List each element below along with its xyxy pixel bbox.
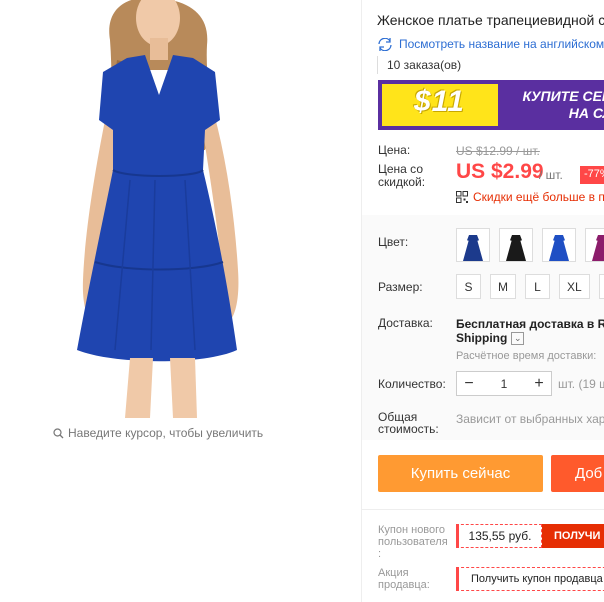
- shipping-title: Бесплатная доставка в Rus: [456, 317, 604, 331]
- add-to-cart-button[interactable]: Доб: [551, 455, 604, 492]
- zoom-hint: Наведите курсор, чтобы увеличить: [53, 426, 263, 440]
- quantity-label: Количество:: [378, 377, 446, 391]
- total-label-2: стоимость:: [378, 422, 439, 436]
- color-swatch-blue[interactable]: [542, 228, 576, 262]
- size-label: Размер:: [378, 280, 423, 294]
- product-info: Женское платье трапециевидной с Посмотре…: [362, 0, 604, 602]
- size-options: S M L XL: [456, 274, 604, 299]
- old-price: US $12.99 / шт.: [456, 144, 540, 158]
- current-price: US $2.99: [456, 160, 544, 183]
- size-option[interactable]: XL: [559, 274, 590, 299]
- total-note: Зависит от выбранных хара: [456, 412, 604, 426]
- color-label: Цвет:: [378, 235, 409, 249]
- color-swatch-purple[interactable]: [585, 228, 604, 262]
- price-per-unit: / шт.: [539, 168, 563, 182]
- magnifier-icon: [53, 427, 64, 438]
- new-user-coupon: 135,55 руб. ПОЛУЧИ: [456, 524, 604, 548]
- translate-link[interactable]: Посмотреть название на английском: [377, 37, 604, 51]
- orders-count: 10 заказа(ов): [387, 58, 462, 72]
- color-swatches: [456, 228, 604, 262]
- chevron-down-icon[interactable]: ⌄: [511, 331, 525, 345]
- color-swatch-black[interactable]: [499, 228, 533, 262]
- shipping-label: Доставка:: [378, 316, 433, 330]
- qr-code-icon: [456, 191, 468, 203]
- orders-separator: [377, 56, 378, 74]
- divider: [362, 509, 604, 510]
- size-option[interactable]: S: [456, 274, 481, 299]
- dress-thumb-icon: [506, 235, 526, 261]
- promo-banner[interactable]: $11 КУПИТЕ СЕЙЧА НА СЛЕД: [378, 80, 604, 130]
- quantity-stepper: − 1 +: [456, 371, 552, 396]
- seller-promo-label-1: Акция: [378, 567, 409, 579]
- get-coupon-button[interactable]: ПОЛУЧИ: [542, 524, 604, 548]
- size-option[interactable]: M: [490, 274, 516, 299]
- color-swatch-navy[interactable]: [456, 228, 490, 262]
- size-option[interactable]: [598, 274, 604, 299]
- coupon-value: 135,55 руб.: [456, 524, 542, 548]
- new-user-coupon-label-2: пользователя: [378, 536, 448, 548]
- shipping-method[interactable]: Shipping ⌄: [456, 331, 525, 345]
- quantity-available: шт. (19 ш: [558, 377, 604, 391]
- quantity-input[interactable]: 1: [481, 377, 527, 391]
- new-user-coupon-label-1: Купон нового: [378, 524, 446, 536]
- shipping-estimate: Расчётное время доставки:: [456, 350, 597, 362]
- shipping-method-text[interactable]: Shipping: [456, 331, 507, 345]
- dress-photo-image: [77, 0, 239, 418]
- product-gallery: Наведите курсор, чтобы увеличить: [0, 0, 362, 602]
- promo-cta-line1: КУПИТЕ СЕЙЧА: [522, 88, 604, 104]
- buy-now-button[interactable]: Купить сейчас: [378, 455, 543, 492]
- discount-badge: -77%: [580, 166, 604, 184]
- app-discount-text[interactable]: Скидки ещё больше в пр: [473, 190, 604, 204]
- product-photo[interactable]: [55, 0, 270, 418]
- promo-amount: $11: [414, 85, 465, 118]
- size-option[interactable]: L: [525, 274, 550, 299]
- app-discount-link[interactable]: Скидки ещё больше в пр: [456, 190, 604, 204]
- seller-promo-label-2: продавца:: [378, 579, 430, 591]
- dress-thumb-icon: [463, 235, 483, 261]
- product-title: Женское платье трапециевидной с: [377, 12, 604, 28]
- discount-price-label-2: скидкой:: [378, 175, 426, 189]
- price-label: Цена:: [378, 143, 411, 157]
- promo-cta-line2: НА СЛЕД: [568, 105, 604, 121]
- translate-link-text[interactable]: Посмотреть название на английском: [399, 37, 604, 51]
- new-user-coupon-label-3: :: [378, 548, 382, 560]
- dress-thumb-icon: [549, 235, 569, 261]
- zoom-hint-text: Наведите курсор, чтобы увеличить: [68, 426, 264, 440]
- dress-thumb-icon: [592, 235, 604, 261]
- translate-icon: [378, 37, 392, 51]
- get-seller-coupon-button[interactable]: Получить купон продавца: [456, 567, 604, 591]
- promo-cta: КУПИТЕ СЕЙЧА НА СЛЕД: [512, 88, 604, 122]
- quantity-decrease-button[interactable]: −: [457, 372, 481, 395]
- quantity-increase-button[interactable]: +: [527, 372, 551, 395]
